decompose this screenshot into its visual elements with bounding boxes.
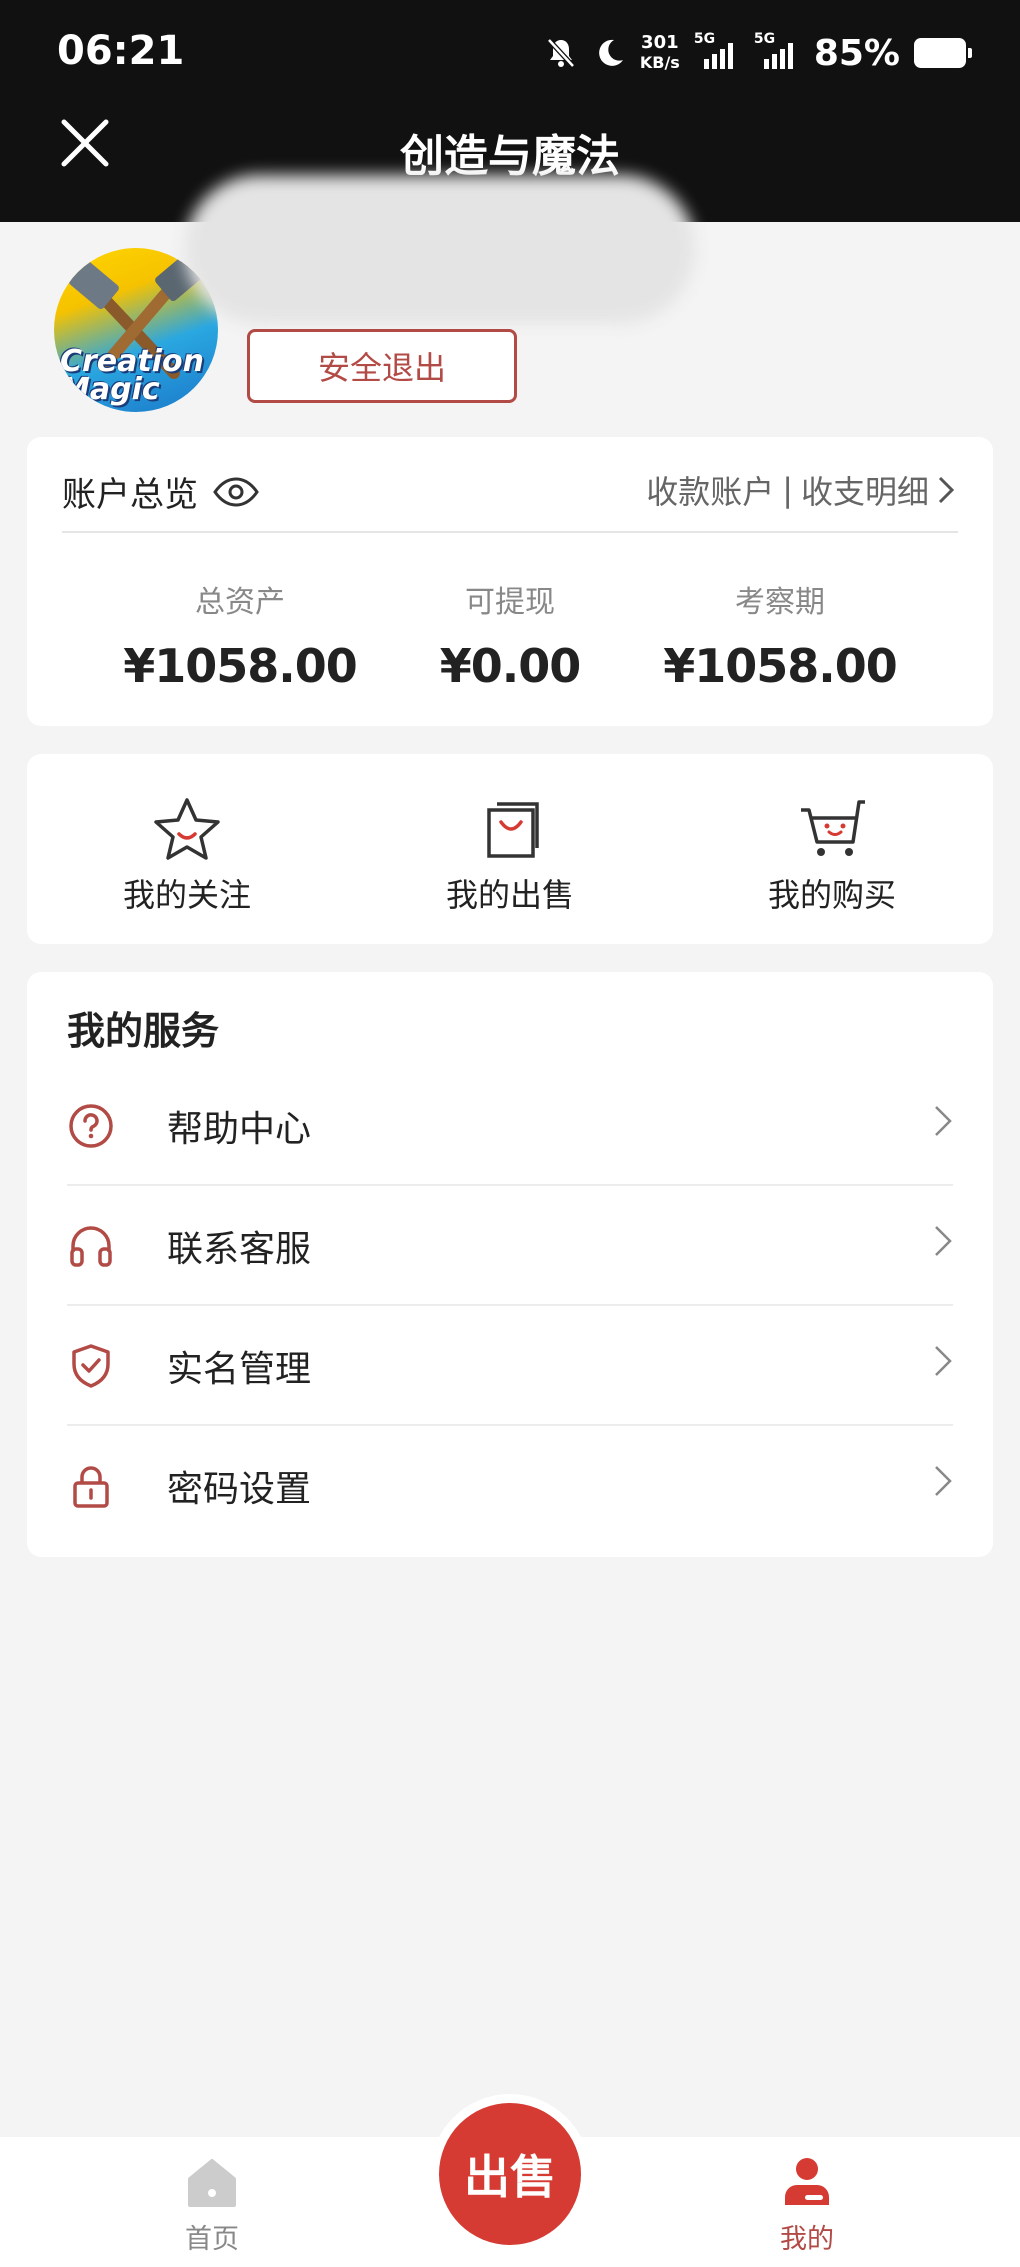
shield-check-icon (72, 1344, 110, 1388)
battery-percent: 85% (813, 32, 900, 74)
star-icon (154, 798, 220, 860)
signal-2: 5G (754, 31, 800, 69)
quick-actions-card: 我的关注 我的出售 我的购买 (27, 754, 993, 944)
service-label: 实名管理 (167, 1349, 312, 1390)
network-type-2: 5G (753, 31, 776, 47)
stat-label: 可提现 (465, 585, 555, 620)
quick-label: 我的购买 (767, 876, 896, 914)
chevron-right-icon (935, 1346, 952, 1376)
quick-label: 我的关注 (122, 876, 251, 914)
headset-icon (70, 1226, 112, 1267)
quick-label: 我的出售 (445, 876, 574, 914)
account-overview-card: 账户总览 收款账户 | 收支明细 总资产 ¥1058.00 可提现 ¥0.00 … (27, 437, 993, 726)
my-purchases-button[interactable]: 我的购买 (702, 796, 962, 916)
speed-value: 301 (641, 32, 679, 53)
account-links: 收款账户 | 收支明细 (646, 467, 955, 513)
mute-bell-icon (547, 38, 575, 68)
stat-label: 总资产 (195, 585, 285, 620)
stat-withdrawable: 可提现 ¥0.00 (360, 577, 660, 693)
services-card: 我的服务 帮助中心 联系客服 实名管理 密码设置 (27, 972, 993, 1557)
signal-1: 5G (694, 31, 740, 69)
service-label: 帮助中心 (167, 1109, 312, 1150)
chevron-right-icon (935, 1226, 952, 1256)
service-help-center[interactable]: 帮助中心 (67, 1064, 953, 1184)
stat-value: ¥1058.00 (123, 639, 358, 693)
cart-icon (801, 800, 865, 856)
sell-button[interactable]: 出售 (439, 2103, 581, 2245)
lock-icon (73, 1466, 109, 1508)
shopping-bag-icon (487, 802, 539, 858)
divider (62, 531, 958, 533)
service-real-name[interactable]: 实名管理 (67, 1304, 953, 1424)
speed-unit: KB/s (639, 53, 680, 72)
my-follows-button[interactable]: 我的关注 (57, 796, 317, 916)
stat-total-assets: 总资产 ¥1058.00 (90, 577, 390, 693)
receive-account-link[interactable]: 收款账户 (646, 467, 774, 513)
nav-mine[interactable]: 我的 (727, 2157, 887, 2256)
eye-icon[interactable] (212, 476, 260, 507)
transaction-detail-link[interactable]: 收支明细 (801, 467, 929, 513)
network-speed: 301 KB/s (640, 33, 680, 73)
service-password[interactable]: 密码设置 (67, 1424, 953, 1544)
service-label: 密码设置 (167, 1469, 312, 1510)
nav-home[interactable]: 首页 (132, 2157, 292, 2256)
stat-value: ¥1058.00 (663, 639, 898, 693)
stat-label: 考察期 (735, 585, 825, 620)
link-separator: | (782, 471, 793, 509)
user-icon (785, 2158, 829, 2205)
logout-button[interactable]: 安全退出 (247, 329, 517, 403)
account-title-row: 账户总览 (62, 467, 260, 516)
service-label: 联系客服 (167, 1229, 312, 1270)
nav-mine-label: 我的 (780, 2224, 834, 2255)
moon-icon (598, 39, 623, 66)
status-time: 06:21 (57, 28, 185, 74)
stat-probation: 考察期 ¥1058.00 (630, 577, 930, 693)
redacted-username (185, 175, 695, 323)
battery-icon (914, 38, 972, 68)
status-icons: 301 KB/s 5G 5G 85% (544, 26, 972, 80)
nav-home-label: 首页 (185, 2224, 239, 2255)
home-icon (188, 2159, 236, 2207)
stat-value: ¥0.00 (439, 639, 582, 693)
question-circle-icon (69, 1104, 113, 1148)
chevron-right-icon (935, 1466, 952, 1496)
account-title: 账户总览 (62, 475, 198, 515)
chevron-right-icon (935, 1106, 952, 1136)
services-title: 我的服务 (67, 1009, 220, 1053)
network-type-1: 5G (693, 31, 716, 47)
chevron-right-icon (938, 476, 955, 504)
avatar-logo-text: Creation Magic (60, 344, 204, 407)
service-contact-support[interactable]: 联系客服 (67, 1184, 953, 1304)
my-sales-button[interactable]: 我的出售 (380, 796, 640, 916)
